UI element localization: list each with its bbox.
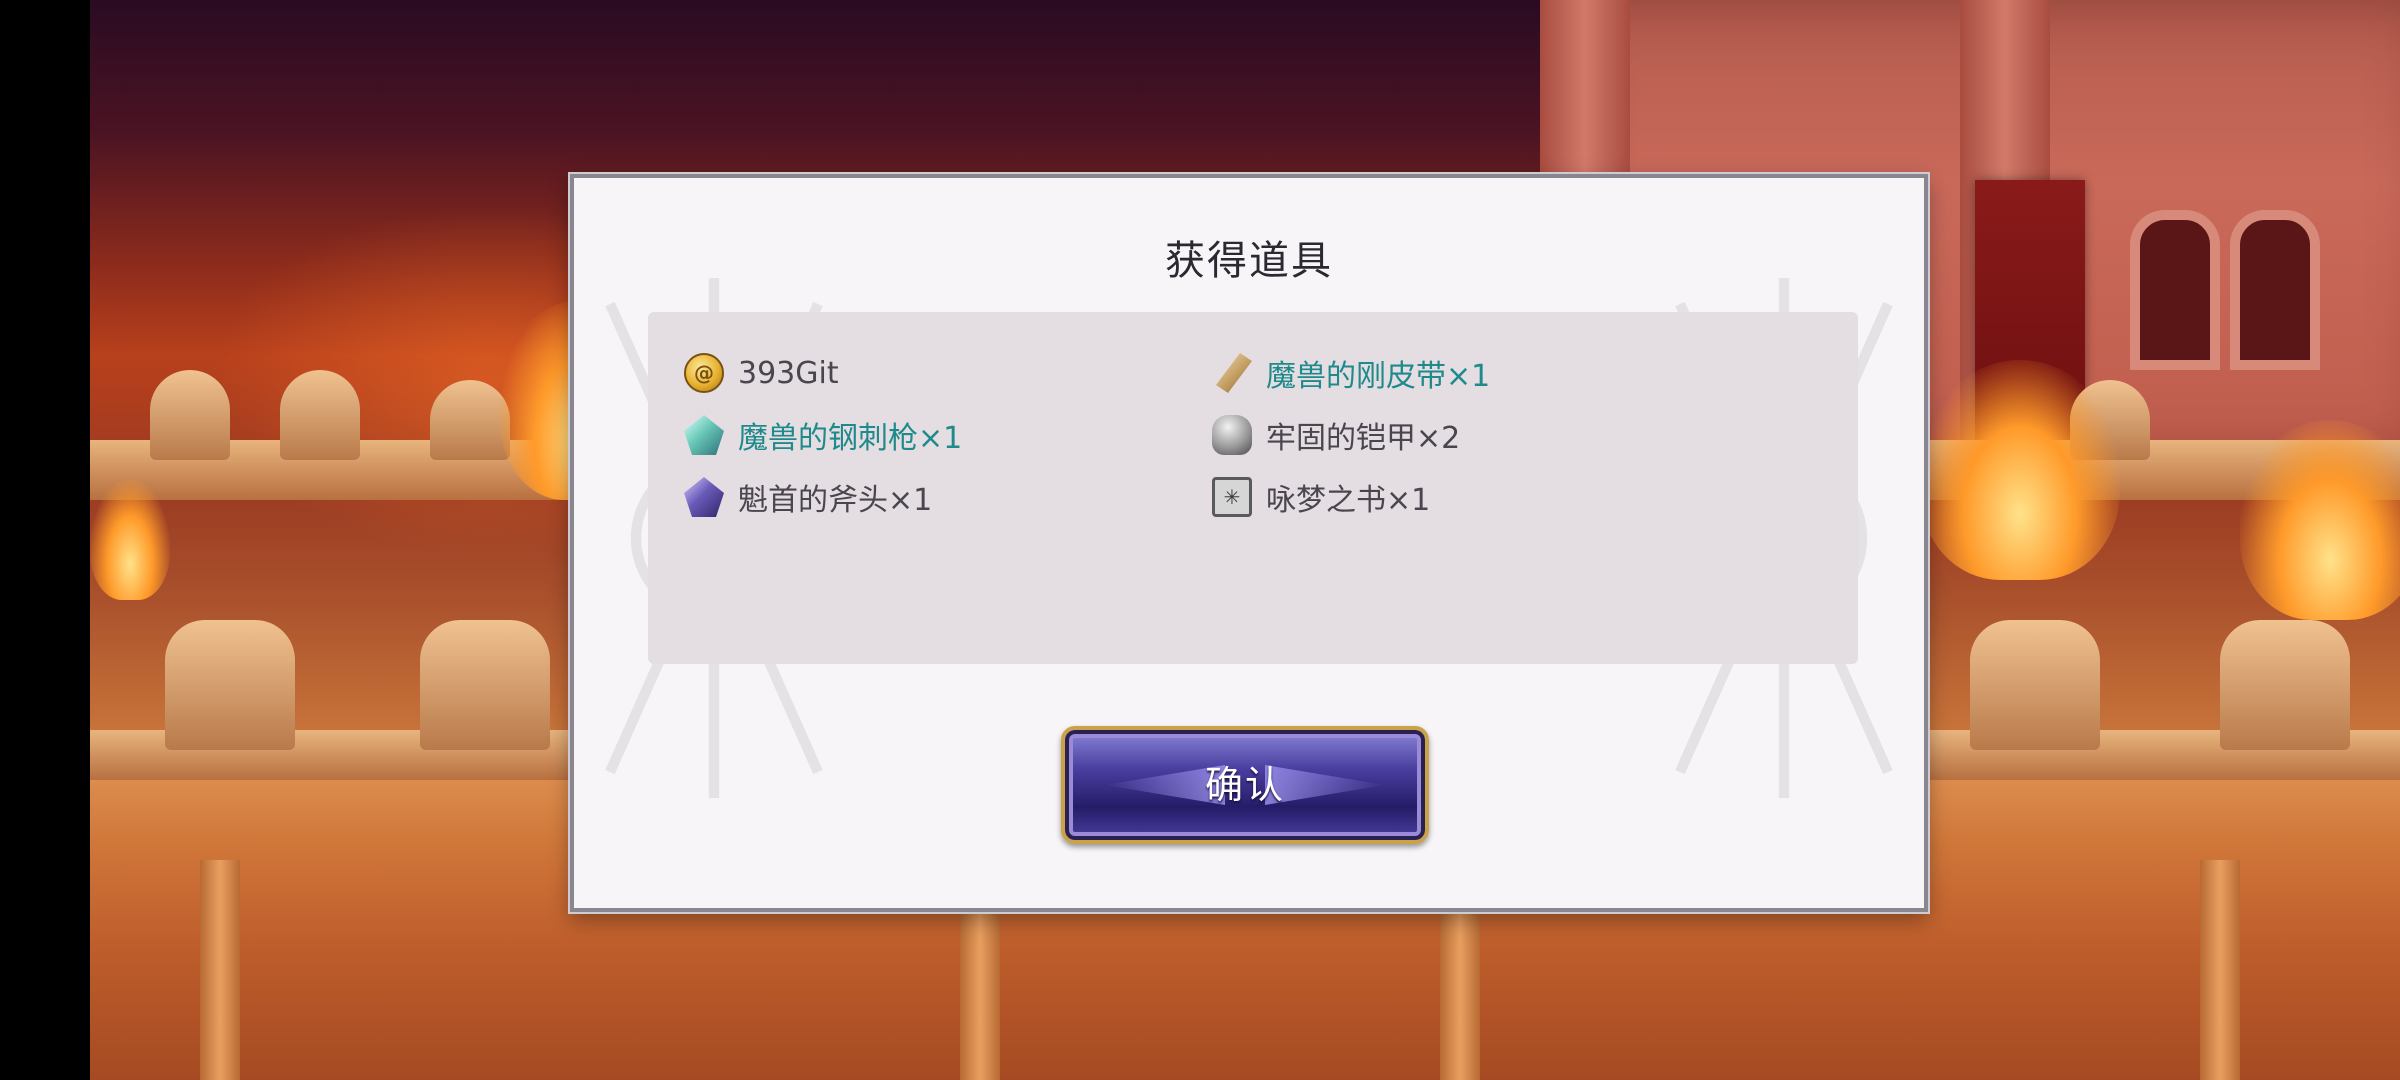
dialog-title: 获得道具	[1165, 238, 1333, 284]
railing-bar	[200, 860, 240, 1080]
purple-crystal-icon	[684, 477, 724, 517]
castle-window	[2130, 210, 2220, 370]
castle-window	[2230, 210, 2320, 370]
reward-item: 牢固的铠甲×2	[1212, 412, 1460, 458]
balustrade-post	[280, 370, 360, 460]
steel-armor-icon	[1212, 415, 1252, 455]
fire-effect	[90, 480, 170, 600]
railing-bar	[2200, 860, 2240, 1080]
balustrade-post	[150, 370, 230, 460]
reward-item: 魔兽的刚皮带×1	[1212, 350, 1490, 396]
item-label: 魔兽的刚皮带×1	[1266, 359, 1491, 394]
reward-item: 魔兽的钢刺枪×1	[684, 412, 962, 458]
fire-effect	[2240, 420, 2400, 620]
item-label: 魔兽的钢刺枪×1	[738, 421, 963, 456]
fire-effect	[1920, 360, 2120, 580]
reward-item: 393Git	[684, 350, 839, 396]
dream-book-icon	[1212, 477, 1252, 517]
balustrade-post	[420, 620, 550, 750]
leather-belt-icon	[1216, 353, 1252, 393]
item-label: 393Git	[738, 355, 839, 391]
confirm-button[interactable]: 确认	[1061, 726, 1429, 844]
reward-item: 魁首的斧头×1	[684, 474, 932, 520]
item-label: 魁首的斧头×1	[738, 483, 933, 518]
reward-item: 咏梦之书×1	[1212, 474, 1430, 520]
balustrade-post	[1970, 620, 2100, 750]
teal-crystal-icon	[684, 415, 724, 455]
balustrade-post	[2220, 620, 2350, 750]
items-list-panel: 393Git 魔兽的刚皮带×1 魔兽的钢刺枪×1 牢固的铠甲×2 魁首的斧头×1…	[648, 312, 1858, 664]
confirm-button-label: 确认	[1204, 763, 1285, 807]
item-label: 咏梦之书×1	[1266, 483, 1431, 518]
left-letterbox	[0, 0, 90, 1080]
balustrade-post	[430, 380, 510, 460]
item-reward-dialog: 获得道具 393Git 魔兽的刚皮带×1 魔兽的钢刺枪×1 牢固的铠甲×2 魁首…	[570, 174, 1928, 912]
game-screen: 获得道具 393Git 魔兽的刚皮带×1 魔兽的钢刺枪×1 牢固的铠甲×2 魁首…	[0, 0, 2400, 1080]
gold-coin-icon	[684, 353, 724, 393]
balustrade-post	[165, 620, 295, 750]
item-label: 牢固的铠甲×2	[1266, 421, 1461, 456]
